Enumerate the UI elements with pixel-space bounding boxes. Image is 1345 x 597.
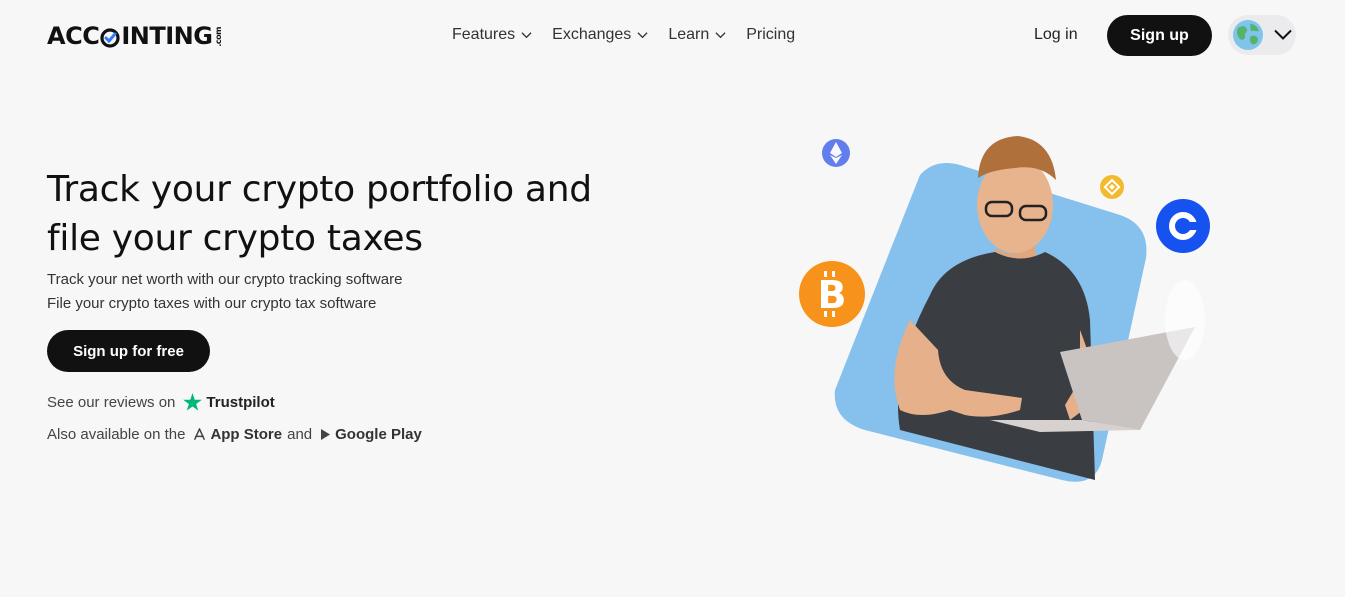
nav-pricing[interactable]: Pricing: [746, 26, 795, 44]
hero-illustration: B: [799, 136, 1210, 482]
app-store-link[interactable]: App Store: [193, 426, 282, 443]
reviews-row: See our reviews on Trustpilot: [47, 393, 275, 411]
logo-text-start: ACC: [47, 22, 100, 50]
hero-title-line-2: file your crypto taxes: [47, 218, 423, 259]
app-store-label: App Store: [210, 426, 283, 443]
globe-icon: [1233, 20, 1263, 50]
trustpilot-star-icon: [183, 393, 203, 411]
language-selector[interactable]: [1228, 15, 1296, 55]
coinbase-coin-icon: [1156, 199, 1210, 253]
available-prefix: Also available on the: [47, 426, 186, 443]
nav-exchanges[interactable]: Exchanges: [552, 26, 648, 44]
svg-text:B: B: [818, 273, 847, 317]
nav-exchanges-label: Exchanges: [552, 26, 632, 43]
chevron-down-icon: [715, 31, 726, 38]
hero-title: Track your crypto portfolio and file you…: [47, 165, 667, 263]
hero-subtitle-line-2: File your crypto taxes with our crypto t…: [47, 295, 377, 312]
hero-subtitle-line-1: Track your net worth with our crypto tra…: [47, 271, 403, 288]
trustpilot-link[interactable]: Trustpilot: [183, 393, 275, 411]
site-header: ACC INTING .com Features Exchanges Learn…: [0, 0, 1345, 70]
nav-learn[interactable]: Learn: [668, 26, 726, 44]
google-play-icon: [321, 429, 331, 440]
hero-subtitle: Track your net worth with our crypto tra…: [47, 268, 402, 316]
logo-suffix: .com: [214, 27, 224, 47]
main-nav: Features Exchanges Learn Pricing: [452, 26, 815, 44]
logo-text-end: INTING: [121, 22, 213, 50]
signup-free-button[interactable]: Sign up for free: [47, 330, 210, 372]
nav-learn-label: Learn: [668, 26, 710, 43]
app-store-icon: [194, 428, 206, 440]
ethereum-coin-icon: [822, 139, 850, 167]
bitcoin-coin-icon: B: [799, 261, 865, 327]
google-play-link[interactable]: Google Play: [320, 426, 422, 443]
accointing-logo[interactable]: ACC INTING .com: [47, 22, 223, 50]
nav-features[interactable]: Features: [452, 26, 532, 44]
nav-features-label: Features: [452, 26, 516, 43]
chevron-down-icon: [521, 31, 532, 38]
logo-check-icon: [100, 28, 120, 48]
chevron-down-icon: [1274, 29, 1292, 40]
binance-coin-icon: [1100, 175, 1124, 199]
login-link[interactable]: Log in: [1034, 26, 1078, 44]
available-row: Also available on the App Store and Goog…: [47, 426, 427, 443]
nav-pricing-label: Pricing: [746, 26, 796, 43]
hero-title-line-1: Track your crypto portfolio and: [47, 169, 592, 210]
and-word: and: [287, 426, 313, 443]
chevron-down-icon: [637, 31, 648, 38]
reviews-prefix: See our reviews on: [47, 393, 176, 411]
trustpilot-label: Trustpilot: [206, 393, 275, 411]
signup-button[interactable]: Sign up: [1107, 15, 1212, 56]
google-play-label: Google Play: [335, 426, 422, 443]
